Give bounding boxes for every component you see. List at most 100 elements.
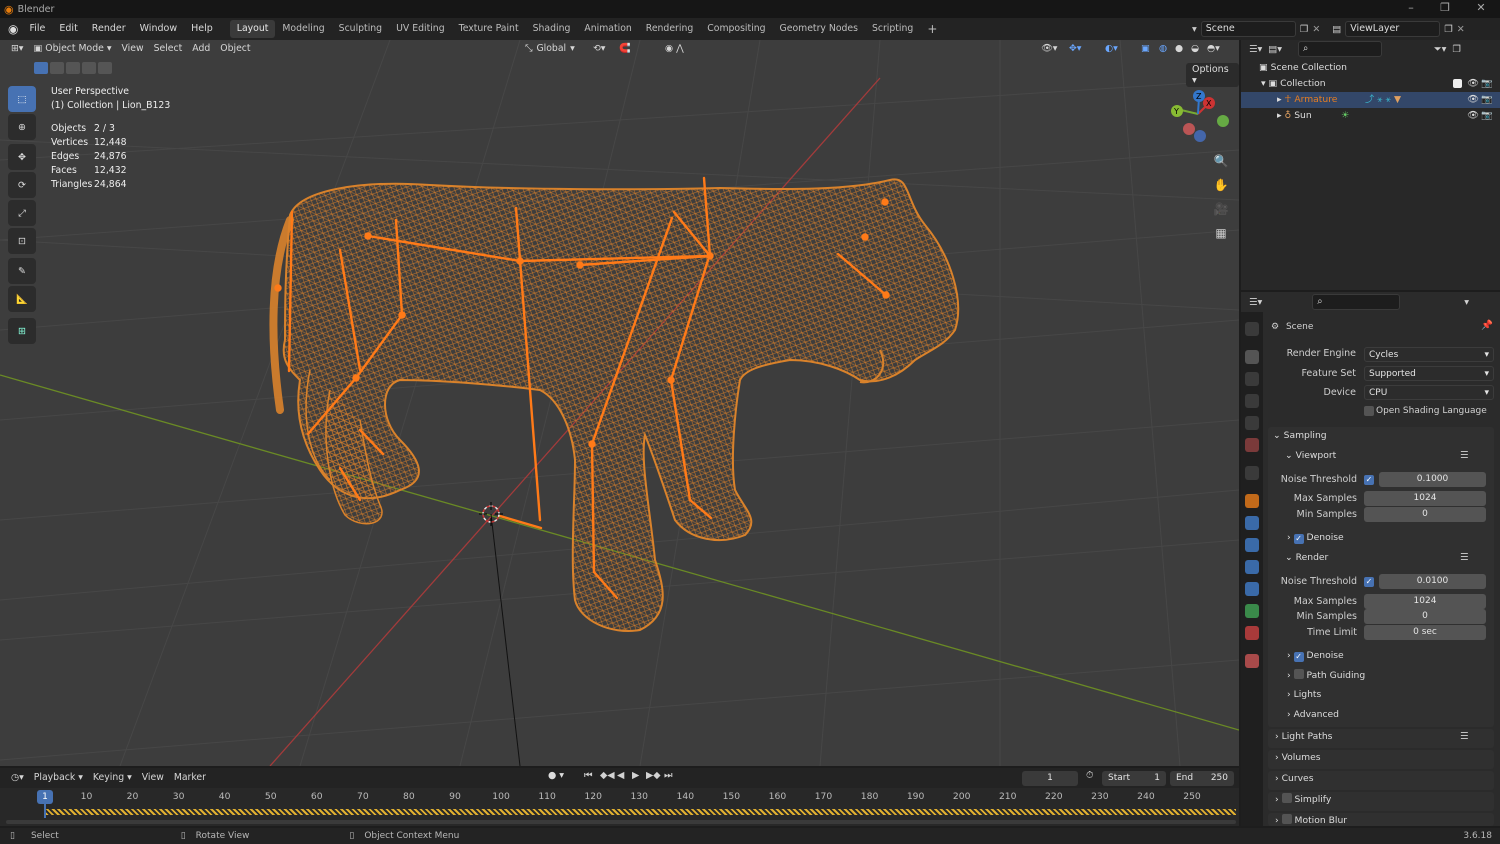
move-tool[interactable]: ✥	[8, 144, 36, 170]
timeline-scrollbar[interactable]	[6, 820, 1236, 824]
transform-orientation-dropdown[interactable]: ⤡ Global ▾	[520, 40, 580, 58]
viewport-min-samples-field[interactable]: 0	[1364, 507, 1486, 522]
menu-keying[interactable]: Keying ▾	[88, 769, 137, 787]
curves-header[interactable]: › Curves	[1275, 770, 1314, 788]
new-viewlayer-icon[interactable]: ❐	[1444, 24, 1453, 35]
render-camera-icon[interactable]: 📷	[1481, 92, 1492, 108]
keyframe-strip[interactable]	[46, 809, 1236, 815]
simplify-header[interactable]: › Simplify	[1275, 791, 1331, 809]
render-max-samples-field[interactable]: 1024	[1364, 594, 1486, 609]
render-noise-checkbox[interactable]: ✓	[1364, 577, 1374, 587]
xray-toggle-icon[interactable]: ▣	[1136, 40, 1155, 58]
scene-field[interactable]: Scene	[1200, 21, 1296, 37]
outliner-row-sun[interactable]: ▸ ♁ Sun ☀ 👁 📷	[1241, 108, 1500, 124]
constraints-tab-icon[interactable]	[1245, 582, 1259, 596]
pan-hand-icon[interactable]: ✋	[1210, 174, 1232, 196]
eye-icon[interactable]: 👁	[1467, 92, 1479, 108]
material-tab-icon[interactable]	[1245, 626, 1259, 640]
render-tab-icon[interactable]	[1245, 350, 1259, 364]
camera-view-icon[interactable]: 🎥	[1210, 198, 1232, 220]
tab-shading[interactable]: Shading	[526, 20, 578, 38]
render-engine-dropdown[interactable]: Cycles ▾	[1364, 347, 1494, 362]
properties-editor-icon[interactable]: ☰▾	[1249, 297, 1262, 308]
mode-selector[interactable]: ▣ Object Mode ▾	[28, 40, 116, 58]
tab-sculpting[interactable]: Sculpting	[332, 20, 389, 38]
zoom-icon[interactable]: 🔍	[1210, 150, 1232, 172]
exclude-checkbox[interactable]	[1453, 79, 1462, 88]
viewport-canvas[interactable]	[0, 40, 1239, 766]
collection-tab-icon[interactable]	[1245, 466, 1259, 480]
snap-icon[interactable]: 🧲	[614, 40, 636, 58]
pivot-icon[interactable]: ⟲▾	[588, 40, 610, 58]
outliner-editor-icon[interactable]: ☰▾	[1249, 44, 1262, 55]
select-box-tool[interactable]: ⬚	[8, 86, 36, 112]
viewport-noise-field[interactable]: 0.1000	[1379, 472, 1486, 487]
transform-tool[interactable]: ⊡	[8, 228, 36, 254]
blender-menu-icon[interactable]: ◉	[8, 22, 18, 36]
render-camera-icon[interactable]: 📷	[1481, 108, 1492, 124]
render-denoise-header[interactable]: › ✓ Denoise	[1287, 647, 1344, 665]
editor-type-icon[interactable]: ⊞▾	[6, 40, 28, 58]
scale-tool[interactable]: ⤢	[8, 200, 36, 226]
modifier-tab-icon[interactable]	[1245, 516, 1259, 530]
time-limit-field[interactable]: 0 sec	[1364, 625, 1486, 640]
annotate-tool[interactable]: ✎	[8, 258, 36, 284]
tab-uv-editing[interactable]: UV Editing	[389, 20, 452, 38]
menu-help[interactable]: Help	[184, 18, 220, 40]
tab-scripting[interactable]: Scripting	[865, 20, 920, 38]
render-subpanel-header[interactable]: ⌄ Render	[1285, 549, 1328, 567]
display-mode-icon[interactable]: ▤▾	[1268, 44, 1282, 55]
timeline-editor-icon[interactable]: ◷▾	[6, 769, 29, 787]
view-layer-tab-icon[interactable]	[1245, 394, 1259, 408]
start-frame-field[interactable]: Start 1	[1102, 771, 1166, 786]
tab-layout[interactable]: Layout	[229, 20, 276, 38]
menu-select[interactable]: Select	[149, 40, 188, 58]
physics-tab-icon[interactable]	[1245, 560, 1259, 574]
menu-playback[interactable]: Playback ▾	[29, 769, 88, 787]
select-difference-icon[interactable]	[82, 62, 96, 74]
world-tab-icon[interactable]	[1245, 438, 1259, 452]
menu-file[interactable]: File	[22, 18, 52, 40]
visibility-icon[interactable]: 👁▾	[1036, 40, 1062, 58]
osl-checkbox[interactable]	[1364, 406, 1374, 416]
rendered-shading-icon[interactable]: ◓▾	[1202, 40, 1225, 58]
cursor-tool[interactable]: ⊕	[8, 114, 36, 140]
scene-tab-icon[interactable]	[1245, 416, 1259, 430]
rotate-tool[interactable]: ⟳	[8, 172, 36, 198]
advanced-header[interactable]: › Advanced	[1287, 706, 1339, 724]
tab-texture-paint[interactable]: Texture Paint	[452, 20, 526, 38]
presets-list-icon[interactable]: ☰	[1460, 552, 1469, 563]
expand-chevron-icon[interactable]: ▸	[1277, 94, 1282, 105]
output-tab-icon[interactable]	[1245, 372, 1259, 386]
select-extend-icon[interactable]	[50, 62, 64, 74]
new-collection-icon[interactable]: ❐	[1452, 44, 1461, 55]
menu-marker[interactable]: Marker	[169, 769, 211, 787]
close-icon[interactable]: ✕	[1464, 0, 1498, 18]
remove-scene-icon[interactable]: ✕	[1312, 24, 1320, 35]
eye-icon[interactable]: 👁	[1467, 76, 1479, 92]
volumes-header[interactable]: › Volumes	[1275, 749, 1321, 767]
scene-icon[interactable]: ▾	[1192, 24, 1197, 35]
overlay-toggle-icon[interactable]: ◐▾	[1100, 40, 1123, 58]
add-cube-tool[interactable]: ⊞	[8, 318, 36, 344]
path-guiding-header[interactable]: › Path Guiding	[1287, 667, 1365, 685]
jump-end-icon[interactable]: ⏭	[664, 770, 673, 781]
chevron-down-icon[interactable]: ▾	[1464, 297, 1469, 308]
outliner-row-armature[interactable]: ▸ ☥ Armature ⤴ ⚹ ⚹ ▼ 👁 📷	[1241, 92, 1500, 108]
select-subtract-icon[interactable]	[66, 62, 80, 74]
data-tab-icon[interactable]	[1245, 604, 1259, 618]
3d-viewport[interactable]: ⊞▾ ▣ Object Mode ▾ View Select Add Objec…	[0, 40, 1239, 766]
next-keyframe-icon[interactable]: ▶◆	[646, 770, 661, 781]
menu-view[interactable]: View	[117, 40, 149, 58]
viewport-denoise-header[interactable]: › ✓ Denoise	[1287, 529, 1344, 547]
measure-tool[interactable]: 📐	[8, 286, 36, 312]
viewport-subpanel-header[interactable]: ⌄ Viewport	[1285, 447, 1336, 465]
tab-animation[interactable]: Animation	[577, 20, 638, 38]
particles-tab-icon[interactable]	[1245, 538, 1259, 552]
eye-icon[interactable]: 👁	[1467, 108, 1479, 124]
maximize-icon[interactable]: ❐	[1428, 0, 1462, 18]
menu-render[interactable]: Render	[85, 18, 133, 40]
expand-chevron-icon[interactable]: ▸	[1277, 110, 1282, 121]
end-frame-field[interactable]: End 250	[1170, 771, 1234, 786]
viewport-noise-checkbox[interactable]: ✓	[1364, 475, 1374, 485]
